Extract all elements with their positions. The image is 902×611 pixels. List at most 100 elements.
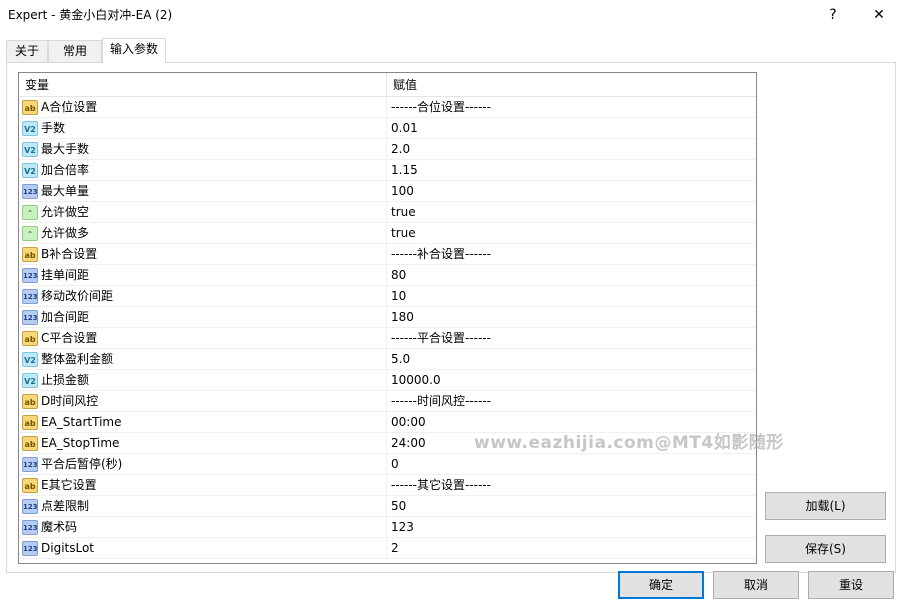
- header-variable[interactable]: 变量: [19, 73, 49, 97]
- variable-value[interactable]: 00:00: [391, 412, 426, 433]
- string-type-icon: ab: [22, 436, 38, 451]
- table-row[interactable]: 123 挂单间距 80: [19, 265, 756, 286]
- string-type-icon: ab: [22, 100, 38, 115]
- variable-name: 整体盈利金额: [41, 352, 114, 366]
- double-type-icon: V2: [22, 142, 38, 157]
- variable-value[interactable]: true: [391, 202, 416, 223]
- variable-name: D时间风控: [41, 394, 99, 408]
- variable-value[interactable]: true: [391, 223, 416, 244]
- integer-type-icon: 123: [22, 268, 38, 283]
- integer-type-icon: 123: [22, 457, 38, 472]
- variable-value[interactable]: 0: [391, 454, 399, 475]
- string-type-icon: ab: [22, 331, 38, 346]
- variable-value[interactable]: 10000.0: [391, 370, 441, 391]
- variable-value[interactable]: 2.0: [391, 139, 410, 160]
- string-type-icon: ab: [22, 478, 38, 493]
- help-button[interactable]: ?: [818, 4, 848, 26]
- reset-button[interactable]: 重设: [808, 571, 894, 599]
- table-row[interactable]: ab D时间风控 ------时间风控------: [19, 391, 756, 412]
- tab-common[interactable]: 常用: [48, 40, 102, 62]
- tab-inputs[interactable]: 输入参数: [102, 38, 166, 63]
- variable-name: EA_StartTime: [41, 415, 122, 429]
- grid-header: 变量 赋值: [19, 73, 756, 97]
- variable-value[interactable]: 50: [391, 496, 406, 517]
- variable-value[interactable]: 180: [391, 307, 414, 328]
- integer-type-icon: 123: [22, 520, 38, 535]
- table-row[interactable]: V2 整体盈利金额 5.0: [19, 349, 756, 370]
- variable-name: B补合设置: [41, 247, 98, 261]
- table-row[interactable]: 123 加合间距 180: [19, 307, 756, 328]
- variable-name: 最大单量: [41, 184, 90, 198]
- table-row[interactable]: ab A合位设置 ------合位设置------: [19, 97, 756, 118]
- variable-name: 平合后暂停(秒): [41, 457, 123, 471]
- variable-name: 移动改价间距: [41, 289, 114, 303]
- table-row[interactable]: ⌃ 允许做多 true: [19, 223, 756, 244]
- integer-type-icon: 123: [22, 541, 38, 556]
- variable-name: 挂单间距: [41, 268, 90, 282]
- string-type-icon: ab: [22, 247, 38, 262]
- variable-value[interactable]: ------合位设置------: [391, 97, 491, 118]
- variable-value[interactable]: 24:00: [391, 433, 426, 454]
- variable-name: 允许做多: [41, 226, 90, 240]
- table-row[interactable]: 123 平合后暂停(秒) 0: [19, 454, 756, 475]
- integer-type-icon: 123: [22, 310, 38, 325]
- string-type-icon: ab: [22, 394, 38, 409]
- tab-about[interactable]: 关于: [6, 40, 48, 62]
- bool-type-icon: ⌃: [22, 205, 38, 220]
- table-row[interactable]: V2 加合倍率 1.15: [19, 160, 756, 181]
- title-bar: Expert - 黄金小白对冲-EA (2) ? ✕: [0, 0, 902, 30]
- variable-value[interactable]: 100: [391, 181, 414, 202]
- variable-name: 加合间距: [41, 310, 90, 324]
- table-row[interactable]: V2 手数 0.01: [19, 118, 756, 139]
- variable-value[interactable]: ------平合设置------: [391, 328, 491, 349]
- variable-name: 加合倍率: [41, 163, 90, 177]
- table-row[interactable]: V2 最大手数 2.0: [19, 139, 756, 160]
- variable-name: 点差限制: [41, 499, 90, 513]
- variable-value[interactable]: ------补合设置------: [391, 244, 491, 265]
- table-row[interactable]: ab B补合设置 ------补合设置------: [19, 244, 756, 265]
- window-title: Expert - 黄金小白对冲-EA (2): [8, 8, 173, 22]
- variable-name: 魔术码: [41, 520, 78, 534]
- load-button[interactable]: 加载(L): [765, 492, 886, 520]
- variable-name: A合位设置: [41, 100, 98, 114]
- bool-type-icon: ⌃: [22, 226, 38, 241]
- double-type-icon: V2: [22, 373, 38, 388]
- integer-type-icon: 123: [22, 289, 38, 304]
- variable-value[interactable]: 123: [391, 517, 414, 538]
- table-row[interactable]: 123 点差限制 50: [19, 496, 756, 517]
- ok-button[interactable]: 确定: [618, 571, 704, 599]
- table-row[interactable]: 123 移动改价间距 10: [19, 286, 756, 307]
- double-type-icon: V2: [22, 352, 38, 367]
- variable-value[interactable]: 80: [391, 265, 406, 286]
- save-button[interactable]: 保存(S): [765, 535, 886, 563]
- variable-value[interactable]: 1.15: [391, 160, 418, 181]
- variable-name: 最大手数: [41, 142, 90, 156]
- variable-name: EA_StopTime: [41, 436, 120, 450]
- variable-name: E其它设置: [41, 478, 97, 492]
- table-row[interactable]: ab E其它设置 ------其它设置------: [19, 475, 756, 496]
- integer-type-icon: 123: [22, 184, 38, 199]
- variable-value[interactable]: ------时间风控------: [391, 391, 491, 412]
- variable-name: C平合设置: [41, 331, 98, 345]
- table-row[interactable]: ab C平合设置 ------平合设置------: [19, 328, 756, 349]
- variable-value[interactable]: 10: [391, 286, 406, 307]
- cancel-button[interactable]: 取消: [713, 571, 799, 599]
- variable-name: 止损金额: [41, 373, 90, 387]
- variable-value[interactable]: ------其它设置------: [391, 475, 491, 496]
- table-row[interactable]: 123 DigitsLot 2: [19, 538, 756, 559]
- variable-value[interactable]: 2: [391, 538, 399, 559]
- header-value[interactable]: 赋值: [387, 73, 417, 97]
- close-button[interactable]: ✕: [864, 4, 894, 26]
- table-row[interactable]: V2 止损金额 10000.0: [19, 370, 756, 391]
- integer-type-icon: 123: [22, 499, 38, 514]
- parameters-grid[interactable]: 变量 赋值 ab A合位设置 ------合位设置------ V2 手数 0.01 V2 最…: [18, 72, 757, 564]
- double-type-icon: V2: [22, 163, 38, 178]
- table-row[interactable]: 123 魔术码 123: [19, 517, 756, 538]
- variable-value[interactable]: 5.0: [391, 349, 410, 370]
- table-row[interactable]: ⌃ 允许做空 true: [19, 202, 756, 223]
- variable-value[interactable]: 0.01: [391, 118, 418, 139]
- table-row[interactable]: 123 最大单量 100: [19, 181, 756, 202]
- watermark: www.eazhijia.com@MT4如影随形: [474, 433, 784, 453]
- variable-name: 允许做空: [41, 205, 90, 219]
- variable-name: DigitsLot: [41, 541, 95, 555]
